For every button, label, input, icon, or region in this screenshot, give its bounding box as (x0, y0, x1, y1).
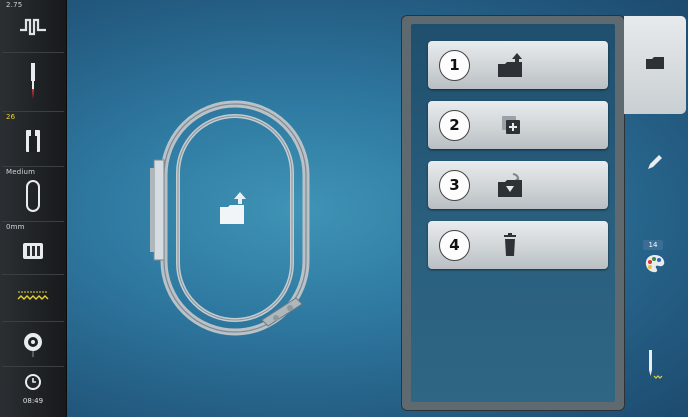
bobbin-icon (2, 330, 64, 358)
add-copy-icon (502, 116, 520, 134)
item-number: 1 (439, 50, 470, 81)
load-design-button[interactable]: 1 (428, 41, 608, 89)
tab-file[interactable] (624, 16, 686, 114)
folder-upload-icon (498, 53, 522, 77)
presser-foot-cell[interactable]: 26 (2, 112, 64, 167)
offset-label: 0mm (6, 223, 25, 231)
bobbin-cell[interactable] (2, 322, 64, 367)
needle-number: 26 (6, 113, 16, 121)
folder-upload-icon (220, 192, 246, 224)
add-design-button[interactable]: 2 (428, 101, 608, 149)
pencil-icon (624, 152, 686, 172)
pressure-label: Medium (6, 168, 36, 176)
stitch-plate-icon (2, 289, 64, 305)
stitch-length-icon (2, 14, 64, 40)
tab-edit[interactable] (624, 130, 686, 194)
needle-stitch-icon (624, 350, 686, 380)
needle-icon (2, 63, 64, 103)
presser-foot-pressure-cell[interactable]: Medium (2, 167, 64, 222)
file-menu-panel: 1 2 3 4 (402, 16, 624, 410)
color-palette-icon (624, 254, 686, 274)
item-number: 2 (439, 110, 470, 141)
stitch-length-value: 2.75 (6, 1, 23, 9)
stitch-length-cell[interactable]: 2.75 (2, 0, 64, 53)
clock-cell: 08:49 (2, 367, 64, 415)
clock-icon (2, 373, 64, 391)
item-number: 3 (439, 170, 470, 201)
presser-foot-icon (2, 128, 64, 156)
status-sidebar: 2.75 26 Medium 0mm 08:49 (0, 0, 67, 417)
presser-foot-pressure-icon (2, 179, 64, 213)
item-number: 4 (439, 230, 470, 261)
stitch-plate-cell[interactable] (2, 275, 64, 322)
tab-stitch[interactable] (624, 340, 686, 392)
color-count-badge: 14 (643, 240, 663, 250)
trash-icon (504, 233, 516, 256)
folder-save-icon (498, 173, 522, 197)
save-design-button[interactable]: 3 (428, 161, 608, 209)
folder-icon (624, 56, 686, 70)
file-menu-list: 1 2 3 4 (411, 24, 615, 402)
embroidery-screen: 2.75 26 Medium 0mm 08:49 1 2 3 4 14 (0, 0, 688, 417)
delete-design-button[interactable]: 4 (428, 221, 608, 269)
clock-time: 08:49 (22, 397, 44, 405)
tab-colors[interactable]: 14 (624, 240, 686, 292)
feed-dog-icon (2, 242, 64, 260)
needle-cell[interactable] (2, 53, 64, 112)
feed-dog-cell[interactable]: 0mm (2, 222, 64, 275)
